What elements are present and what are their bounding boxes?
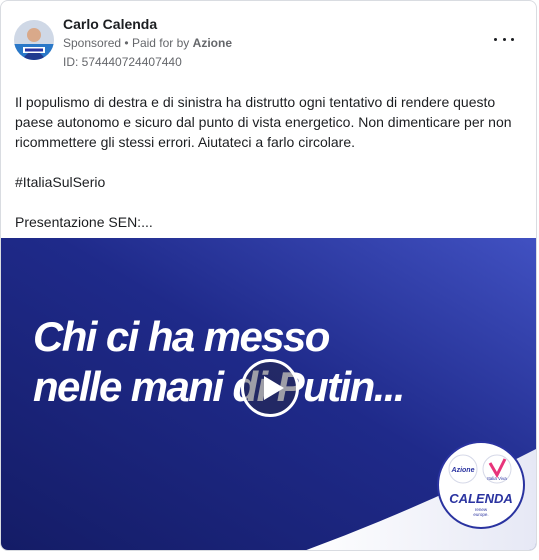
sponsored-label: Sponsored (63, 36, 122, 50)
avatar[interactable] (14, 20, 54, 60)
post-paragraph: Il populismo di destra e di sinistra ha … (15, 94, 512, 150)
more-horizontal-icon (502, 37, 506, 41)
headline-line-2: nelle mani di Putin... (33, 363, 405, 410)
play-button[interactable] (241, 359, 299, 417)
italia-viva-logo-text: Italia Viva (487, 476, 507, 481)
hashtag[interactable]: #ItaliaSulSerio (15, 172, 515, 192)
funder-name[interactable]: Azione (193, 36, 232, 50)
play-icon (264, 376, 284, 400)
video-media[interactable]: Chi ci ha messo nelle mani di Putin... A… (1, 238, 536, 550)
ad-card: Carlo Calenda Sponsored • Paid for by Az… (0, 0, 537, 551)
campaign-logo: Azione Italia Viva CALENDA renew europe. (437, 441, 525, 529)
more-horizontal-icon (511, 37, 514, 41)
avatar-image (14, 20, 54, 60)
post-paragraph-2: Presentazione SEN:... (15, 214, 153, 230)
sponsored-line: Sponsored • Paid for by Azione (63, 36, 232, 50)
post-text: Il populismo di destra e di sinistra ha … (15, 92, 515, 232)
more-options-button[interactable] (494, 33, 514, 45)
paid-for-label: Paid for by (131, 36, 190, 50)
video-headline: Chi ci ha messo nelle mani di Putin... (33, 312, 405, 412)
azione-logo-text: Azione (451, 467, 475, 474)
headline-line-1: Chi ci ha messo (33, 313, 330, 360)
author-name[interactable]: Carlo Calenda (63, 16, 157, 32)
calenda-logo-text: CALENDA (449, 491, 513, 506)
more-horizontal-icon (494, 37, 497, 41)
post-header: Carlo Calenda Sponsored • Paid for by Az… (1, 1, 536, 81)
calenda-logo-icon: Azione Italia Viva CALENDA renew europe. (437, 441, 525, 529)
separator-dot: • (124, 36, 129, 50)
ad-id: ID: 574440724407440 (63, 55, 182, 69)
renew-europe-text-2: europe. (473, 512, 488, 517)
